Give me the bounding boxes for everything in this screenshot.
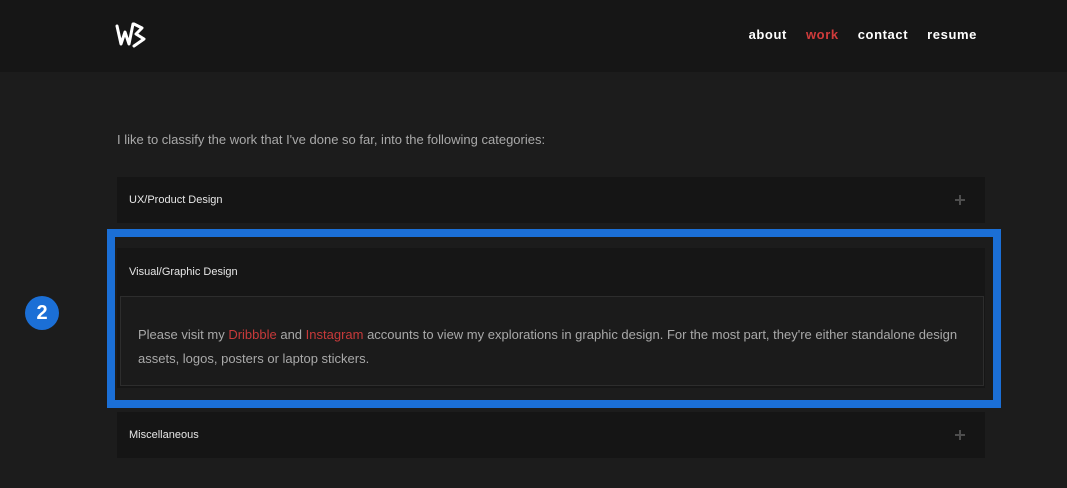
nav-resume-link[interactable]: resume: [927, 27, 977, 42]
plus-icon[interactable]: [955, 430, 965, 440]
logo-icon: [115, 22, 146, 48]
wb-monogram-logo[interactable]: [114, 20, 150, 50]
main-nav: about work contact resume: [749, 27, 977, 42]
nav-about-link[interactable]: about: [749, 27, 787, 42]
accordion-miscellaneous[interactable]: Miscellaneous: [117, 412, 985, 458]
step-number-badge: 2: [25, 296, 59, 330]
panel-text-start: Please visit my: [138, 327, 229, 342]
dribbble-link[interactable]: Dribbble: [228, 327, 276, 342]
accordion-ux-product-design[interactable]: UX/Product Design: [117, 177, 985, 223]
accordion-panel-content: Please visit my Dribbble and Instagram a…: [120, 296, 984, 386]
accordion-title: Visual/Graphic Design: [129, 266, 238, 278]
panel-text-mid: and: [276, 327, 306, 342]
top-navigation-bar: about work contact resume: [0, 0, 1067, 72]
plus-icon[interactable]: [955, 195, 965, 205]
accordion-header[interactable]: Visual/Graphic Design: [117, 248, 985, 296]
accordion-visual-graphic-design: Visual/Graphic Design Please visit my Dr…: [117, 248, 985, 388]
nav-work-link[interactable]: work: [806, 27, 839, 42]
accordion-header[interactable]: Miscellaneous: [117, 412, 985, 458]
nav-contact-link[interactable]: contact: [858, 27, 908, 42]
work-intro-text: I like to classify the work that I've do…: [117, 132, 546, 147]
accordion-title: UX/Product Design: [129, 194, 223, 206]
accordion-header[interactable]: UX/Product Design: [117, 177, 985, 223]
instagram-link[interactable]: Instagram: [306, 327, 364, 342]
accordion-title: Miscellaneous: [129, 429, 199, 441]
